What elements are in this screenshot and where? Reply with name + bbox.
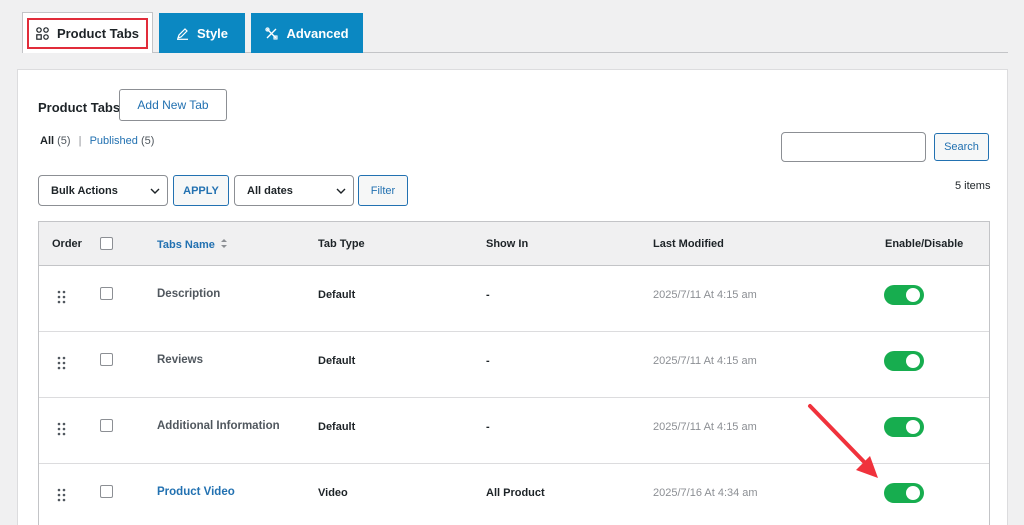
drag-handle-icon[interactable] <box>57 422 66 436</box>
tab-name[interactable]: Reviews <box>157 354 203 366</box>
enable-toggle[interactable] <box>884 417 924 437</box>
tabs-table: Order Tabs Name Tab Type Show In Last Mo… <box>38 221 990 525</box>
table-row: Description Default - 2025/7/11 At 4:15 … <box>39 266 989 332</box>
drag-handle-icon[interactable] <box>57 356 66 370</box>
enable-toggle[interactable] <box>884 483 924 503</box>
bulk-actions-select[interactable]: Bulk Actions <box>38 175 168 206</box>
tab-highlight-box: Product Tabs <box>27 17 148 49</box>
item-count: 5 items <box>955 180 991 192</box>
chevron-down-icon <box>149 185 161 200</box>
status-filter-links: All (5) | Published (5) <box>40 135 154 147</box>
col-enable-disable: Enable/Disable <box>885 238 964 250</box>
tab-type: Video <box>318 487 348 499</box>
main-panel: Product Tabs Add New Tab All (5) | Publi… <box>17 69 1008 525</box>
filter-all-link[interactable]: All <box>40 135 54 147</box>
tab-name[interactable]: Product Video <box>157 486 235 498</box>
tab-name[interactable]: Additional Information <box>157 420 280 432</box>
filter-all-count: (5) <box>57 135 71 147</box>
last-modified: 2025/7/16 At 4:34 am <box>653 487 758 499</box>
search-input[interactable] <box>781 132 926 162</box>
add-new-tab-button[interactable]: Add New Tab <box>119 89 227 121</box>
row-checkbox[interactable] <box>100 353 113 366</box>
pen-icon <box>176 27 189 40</box>
col-tabs-name-label: Tabs Name <box>157 239 215 251</box>
tab-style[interactable]: Style <box>159 13 245 53</box>
last-modified: 2025/7/11 At 4:15 am <box>653 355 757 367</box>
drag-handle-icon[interactable] <box>57 488 66 502</box>
apps-grid-icon <box>36 26 49 40</box>
bulk-actions-value: Bulk Actions <box>51 184 118 197</box>
row-checkbox[interactable] <box>100 287 113 300</box>
sort-icon <box>220 238 228 252</box>
dates-value: All dates <box>247 184 293 197</box>
select-all-checkbox[interactable] <box>100 237 113 250</box>
show-in: All Product <box>486 487 545 499</box>
col-last-modified: Last Modified <box>653 238 724 250</box>
row-checkbox[interactable] <box>100 485 113 498</box>
tab-advanced[interactable]: Advanced <box>251 13 363 53</box>
tab-label: Style <box>196 25 229 41</box>
drag-handle-icon[interactable] <box>57 290 66 304</box>
col-show-in: Show In <box>486 238 529 250</box>
col-tab-type: Tab Type <box>318 238 365 250</box>
chevron-down-icon <box>335 185 347 200</box>
filter-published-link[interactable]: Published <box>90 135 138 147</box>
table-row: Reviews Default - 2025/7/11 At 4:15 am <box>39 332 989 398</box>
show-in: - <box>486 289 490 301</box>
search-button[interactable]: Search <box>934 133 989 161</box>
show-in: - <box>486 355 490 367</box>
tab-type: Default <box>318 289 356 301</box>
tab-product-tabs[interactable]: Product Tabs <box>22 12 153 53</box>
tools-icon <box>265 26 278 40</box>
page-title: Product Tabs <box>38 100 121 115</box>
tab-type: Default <box>318 421 356 433</box>
top-tabs-bar: Product Tabs Style Advanced <box>22 12 363 53</box>
row-checkbox[interactable] <box>100 419 113 432</box>
table-row: Additional Information Default - 2025/7/… <box>39 398 989 464</box>
apply-button[interactable]: APPLY <box>173 175 229 206</box>
last-modified: 2025/7/11 At 4:15 am <box>653 421 757 433</box>
show-in: - <box>486 421 490 433</box>
tab-name[interactable]: Description <box>157 288 220 300</box>
enable-toggle[interactable] <box>884 351 924 371</box>
filter-separator: | <box>78 135 82 147</box>
table-header: Order Tabs Name Tab Type Show In Last Mo… <box>39 222 989 266</box>
col-order: Order <box>52 238 82 250</box>
col-tabs-name[interactable]: Tabs Name <box>157 238 228 252</box>
tab-label: Advanced <box>286 25 349 41</box>
filter-button[interactable]: Filter <box>358 175 408 206</box>
table-row: Product Video Video All Product 2025/7/1… <box>39 464 989 525</box>
enable-toggle[interactable] <box>884 285 924 305</box>
dates-select[interactable]: All dates <box>234 175 354 206</box>
filter-published-count: (5) <box>140 135 155 147</box>
tab-label: Product Tabs <box>56 25 140 41</box>
last-modified: 2025/7/11 At 4:15 am <box>653 289 757 301</box>
tab-type: Default <box>318 355 356 367</box>
